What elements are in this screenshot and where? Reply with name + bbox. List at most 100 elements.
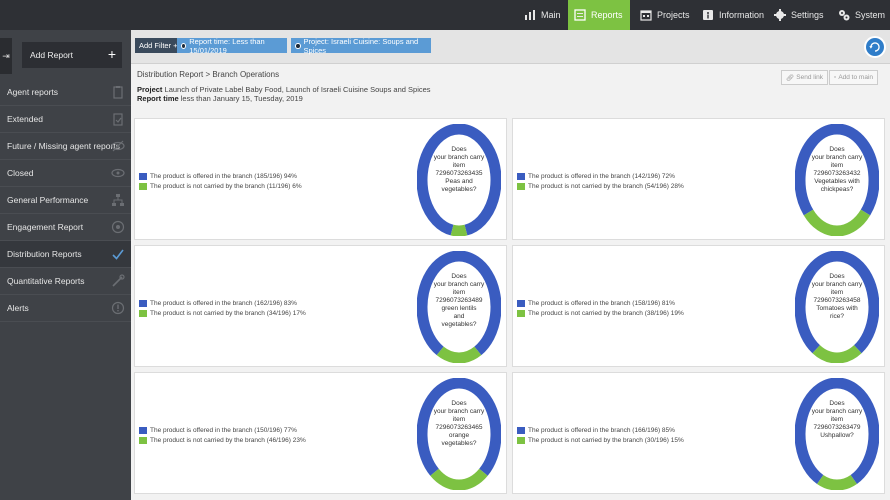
- nav-system[interactable]: System: [832, 0, 890, 30]
- legend-not-carried[interactable]: The product is not carried by the branch…: [139, 308, 306, 318]
- card-legend: The product is offered in the branch (16…: [517, 425, 684, 445]
- gear-icon: [774, 9, 786, 21]
- card-legend: The product is offered in the branch (16…: [139, 298, 306, 318]
- legend-label: The product is offered in the branch (15…: [150, 426, 297, 434]
- report-header: Distribution Report > Branch Operations …: [137, 70, 887, 103]
- sidebar-item-closed[interactable]: Closed: [0, 160, 131, 187]
- legend-label: The product is not carried by the branch…: [528, 182, 684, 190]
- add-filter-button[interactable]: Add Filter +: [135, 38, 182, 53]
- legend-swatch: [139, 309, 147, 317]
- legend-offered[interactable]: The product is offered in the branch (16…: [139, 298, 306, 308]
- question-line: your branch carry: [433, 408, 485, 415]
- question-line: 7296073263435: [435, 170, 483, 177]
- legend-swatch: [517, 426, 525, 434]
- legend-offered[interactable]: The product is offered in the branch (15…: [517, 298, 684, 308]
- question-line: Does: [451, 273, 467, 280]
- card-legend: The product is offered in the branch (18…: [139, 171, 302, 191]
- remove-filter-icon[interactable]: [181, 42, 187, 49]
- question-line: item: [830, 162, 844, 169]
- breadcrumb: Distribution Report > Branch Operations: [137, 70, 280, 79]
- sidebar-item-future-missing[interactable]: Future / Missing agent reports: [0, 133, 131, 160]
- legend-offered[interactable]: The product is offered in the branch (14…: [517, 171, 684, 181]
- legend-label: The product is offered in the branch (18…: [150, 172, 297, 180]
- login-arrow-icon[interactable]: ⇥: [0, 38, 12, 74]
- sidebar-item-agent-reports[interactable]: Agent reports: [0, 79, 131, 106]
- legend-offered[interactable]: The product is offered in the branch (18…: [139, 171, 302, 181]
- sidebar-item-engagement-report[interactable]: Engagement Report: [0, 214, 131, 241]
- distribution-card: The product is offered in the branch (18…: [134, 118, 507, 240]
- plus-icon: +: [107, 46, 116, 62]
- legend-swatch: [139, 299, 147, 307]
- add-to-main-button[interactable]: ▫ Add to main: [829, 70, 878, 85]
- question-line: vegetables?: [441, 186, 477, 193]
- nav-reports[interactable]: Reports: [568, 0, 630, 30]
- project-line: Project Launch of Private Label Baby Foo…: [137, 85, 431, 94]
- distribution-card: The product is offered in the branch (14…: [512, 118, 885, 240]
- question-line: your branch carry: [811, 154, 863, 161]
- alert-icon: [111, 301, 125, 315]
- sidebar-item-general-performance[interactable]: General Performance: [0, 187, 131, 214]
- donut-slice-not-carried[interactable]: [817, 474, 857, 490]
- donut-question: Does your branch carry item 7296073263432 Ve…: [807, 146, 867, 194]
- question-line: green lentils: [441, 305, 477, 312]
- card-legend: The product is offered in the branch (15…: [139, 425, 306, 445]
- donut-question: Does your branch carry item 7296073263479 Us…: [807, 400, 867, 440]
- system-gear-icon: [839, 10, 850, 21]
- legend-offered[interactable]: The product is offered in the branch (15…: [139, 425, 306, 435]
- legend-swatch: [139, 436, 147, 444]
- sidebar-item-alerts[interactable]: Alerts: [0, 295, 131, 322]
- legend-not-carried[interactable]: The product is not carried by the branch…: [517, 435, 684, 445]
- legend-swatch: [517, 172, 525, 180]
- donut-slice-not-carried[interactable]: [430, 468, 488, 490]
- legend-swatch: [139, 172, 147, 180]
- wrench-icon: [112, 274, 125, 287]
- nav-projects[interactable]: Projects: [634, 0, 696, 30]
- info-book-icon: [703, 10, 713, 20]
- legend-swatch: [517, 182, 525, 190]
- remove-filter-icon[interactable]: [295, 42, 301, 49]
- donut-slice-not-carried[interactable]: [803, 209, 871, 236]
- legend-label: The product is not carried by the branch…: [150, 182, 302, 190]
- legend-not-carried[interactable]: The product is not carried by the branch…: [517, 181, 684, 191]
- question-line: 7296073263458: [813, 297, 861, 304]
- distribution-card: The product is offered in the branch (15…: [512, 245, 885, 367]
- nav-information[interactable]: Information: [696, 0, 770, 30]
- legend-not-carried[interactable]: The product is not carried by the branch…: [517, 308, 684, 318]
- clipboard-icon: [113, 86, 123, 99]
- network-icon: [111, 220, 125, 234]
- refresh-icon[interactable]: [864, 36, 886, 58]
- legend-label: The product is offered in the branch (14…: [528, 172, 675, 180]
- question-line: Vegetables with: [814, 178, 860, 185]
- link-icon: 🔗︎: [786, 74, 795, 82]
- sidebar-item-distribution-reports[interactable]: Distribution Reports: [0, 241, 131, 268]
- question-line: item: [452, 162, 466, 169]
- time-filter-chip[interactable]: Report time: Less than 15/01/2019: [177, 37, 287, 55]
- question-line: 7296073263479: [813, 424, 861, 431]
- add-report-button[interactable]: Add Report +: [22, 42, 122, 68]
- legend-offered[interactable]: The product is offered in the branch (16…: [517, 425, 684, 435]
- question-line: Ushpallow?: [820, 432, 854, 439]
- sidebar-item-quantitative-reports[interactable]: Quantitative Reports: [0, 268, 131, 295]
- donut-chart: Does your branch carry item 7296073263489 gr…: [417, 251, 501, 363]
- nav-settings[interactable]: Settings: [768, 0, 830, 30]
- donut-question: Does your branch carry item 7296073263489 gr…: [429, 273, 489, 329]
- question-line: Does: [829, 273, 845, 280]
- legend-label: The product is not carried by the branch…: [528, 309, 684, 317]
- legend-label: The product is not carried by the branch…: [528, 436, 684, 444]
- legend-swatch: [517, 299, 525, 307]
- question-line: Peas and: [445, 178, 473, 185]
- main-content: Add Filter + Report time: Less than 15/0…: [131, 30, 890, 500]
- legend-not-carried[interactable]: The product is not carried by the branch…: [139, 435, 306, 445]
- sidebar-item-extended[interactable]: Extended: [0, 106, 131, 133]
- donut-question: Does your branch carry item 7296073263458 To…: [807, 273, 867, 321]
- donut-slice-not-carried[interactable]: [812, 344, 862, 363]
- project-filter-chip[interactable]: Project: Israeli Cuisine: Soups and Spic…: [291, 37, 431, 55]
- send-link-button[interactable]: 🔗︎ Send link: [781, 70, 829, 85]
- legend-not-carried[interactable]: The product is not carried by the branch…: [139, 181, 302, 191]
- donut-slice-not-carried[interactable]: [450, 224, 468, 236]
- nav-main[interactable]: Main: [518, 0, 567, 30]
- donut-slice-not-carried[interactable]: [436, 346, 482, 363]
- question-line: 7296073263489: [435, 297, 483, 304]
- question-line: your branch carry: [433, 154, 485, 161]
- question-line: vegetables?: [441, 321, 477, 328]
